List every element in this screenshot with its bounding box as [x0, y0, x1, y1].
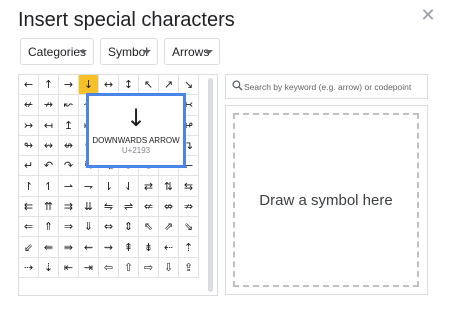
character-cell[interactable]: ⇘ [179, 217, 199, 238]
character-cell[interactable]: ↮ [59, 135, 79, 157]
character-cell[interactable]: ⇛ [59, 237, 79, 258]
preview-character-name: DOWNWARDS ARROW [92, 136, 180, 145]
character-cell[interactable]: ⇤ [59, 257, 79, 278]
character-cell[interactable]: ⇨ [139, 257, 159, 278]
draw-symbol-label: Draw a symbol here [259, 191, 393, 209]
character-cell[interactable]: ⇂ [99, 176, 119, 197]
character-cell[interactable]: ↾ [19, 176, 39, 197]
arrows-dropdown-label: Arrows [172, 45, 210, 59]
preview-glyph: ↓ [125, 104, 147, 132]
character-cell[interactable]: ↤ [39, 115, 59, 136]
character-cell[interactable]: ⇇ [19, 196, 39, 218]
grid-scrollbar-thumb[interactable] [208, 78, 213, 292]
chevron-down-icon [79, 50, 87, 54]
character-cell[interactable]: ⇎ [159, 196, 179, 218]
character-cell[interactable]: ⇆ [179, 176, 199, 197]
character-cell[interactable]: ⇄ [139, 176, 159, 197]
character-cell[interactable]: ⇪ [179, 257, 199, 278]
character-cell[interactable]: ⇃ [119, 176, 139, 197]
character-cell[interactable]: ⇌ [119, 196, 139, 218]
character-cell[interactable]: ↣ [19, 115, 39, 136]
character-cell[interactable]: ⇣ [39, 257, 59, 278]
character-cell[interactable]: ⇉ [59, 196, 79, 218]
character-cell[interactable]: ← [19, 75, 39, 96]
character-cell[interactable]: ⇧ [119, 257, 139, 278]
character-cell[interactable]: ⇚ [39, 237, 59, 258]
search-icon [232, 80, 243, 91]
character-cell[interactable]: ⇢ [19, 257, 39, 278]
categories-dropdown[interactable]: Categories [20, 38, 94, 65]
character-cell[interactable]: ⇅ [159, 176, 179, 197]
character-cell[interactable]: ⇑ [39, 217, 59, 238]
preview-codepoint: U+2193 [121, 146, 151, 155]
character-cell[interactable]: ↭ [39, 135, 59, 157]
character-cell[interactable]: ⇥ [79, 257, 99, 278]
character-cell[interactable]: → [59, 75, 79, 96]
character-cell[interactable]: ⇗ [159, 217, 179, 238]
character-cell[interactable]: ↥ [59, 115, 79, 136]
character-cell[interactable]: ⇦ [99, 257, 119, 278]
search-box[interactable] [225, 74, 428, 99]
character-cell[interactable]: ⇜ [79, 237, 99, 258]
insert-special-characters-dialog: Insert special characters ✕ Categories S… [0, 0, 474, 310]
character-cell[interactable]: ⇠ [159, 237, 179, 258]
chevron-down-icon [143, 50, 151, 54]
character-cell[interactable]: ⇐ [19, 217, 39, 238]
character-cell[interactable]: ↬ [19, 135, 39, 157]
draw-symbol-canvas[interactable]: Draw a symbol here [233, 113, 419, 287]
character-cell[interactable]: ⇀ [59, 176, 79, 197]
character-cell[interactable]: ⇩ [159, 257, 179, 278]
character-cell[interactable]: ↜ [59, 95, 79, 116]
character-cell[interactable]: ⇖ [139, 217, 159, 238]
close-icon[interactable]: ✕ [420, 5, 436, 27]
character-cell[interactable]: ⇓ [79, 217, 99, 238]
character-cell[interactable]: ↵ [19, 156, 39, 177]
character-cell[interactable]: ↑ [39, 75, 59, 96]
symbol-dropdown-label: Symbol [108, 45, 149, 59]
character-cell[interactable]: ⇙ [19, 237, 39, 258]
character-cell[interactable]: ⇋ [99, 196, 119, 218]
character-cell[interactable]: ⇊ [79, 196, 99, 218]
character-cell[interactable]: ⇍ [139, 196, 159, 218]
character-cell[interactable]: ⇟ [139, 237, 159, 258]
character-cell[interactable]: ↚ [19, 95, 39, 116]
character-cell[interactable]: ⇕ [119, 217, 139, 238]
character-cell[interactable]: ↿ [39, 176, 59, 197]
character-cell[interactable]: ⇈ [39, 196, 59, 218]
character-cell[interactable]: ↶ [39, 156, 59, 177]
character-cell[interactable]: ⇞ [119, 237, 139, 258]
character-cell[interactable]: ⇔ [99, 217, 119, 238]
character-cell[interactable]: ↛ [39, 95, 59, 116]
symbol-dropdown[interactable]: Symbol [100, 38, 158, 65]
chevron-down-icon [205, 50, 213, 54]
character-cell[interactable]: ↷ [59, 156, 79, 177]
dialog-title: Insert special characters [18, 9, 235, 31]
character-cell[interactable]: ⇡ [179, 237, 199, 258]
character-cell[interactable]: ⇒ [59, 217, 79, 238]
search-input[interactable] [244, 77, 424, 96]
character-cell[interactable]: ⇝ [99, 237, 119, 258]
categories-dropdown-label: Categories [28, 45, 87, 59]
character-preview-popup: ↓ DOWNWARDS ARROW U+2193 [86, 93, 186, 168]
character-cell[interactable]: ⇏ [179, 196, 199, 218]
character-cell[interactable]: ⇁ [79, 176, 99, 197]
arrows-dropdown[interactable]: Arrows [164, 38, 220, 65]
